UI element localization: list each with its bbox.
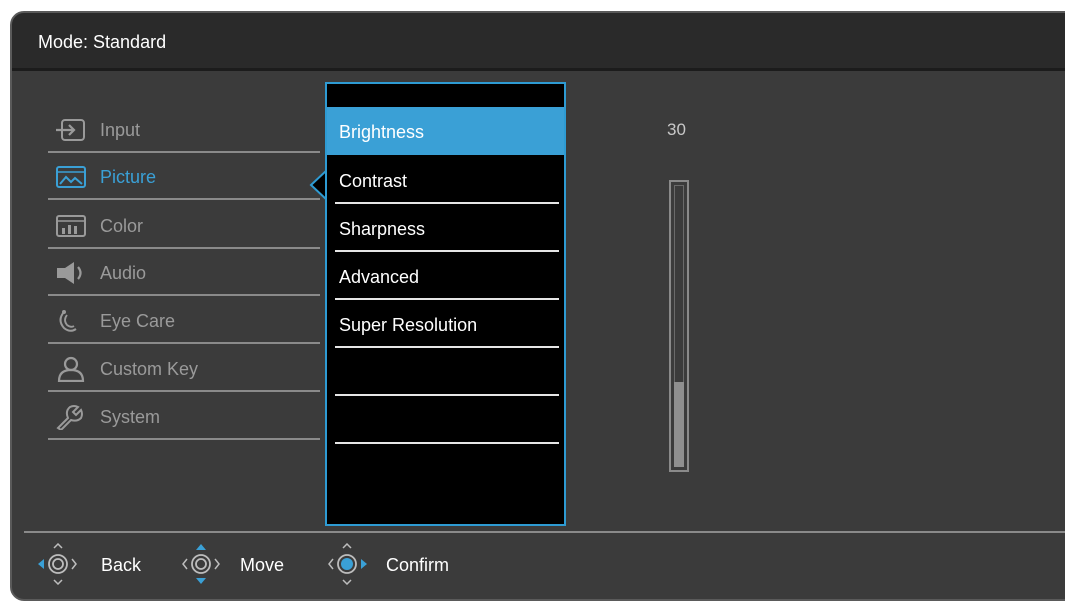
sidebar-item-label: Picture <box>100 167 157 187</box>
hint-label: Confirm <box>386 555 450 575</box>
submenu-item-label: Super Resolution <box>339 315 478 335</box>
submenu-item-empty <box>335 348 559 396</box>
sidebar-item-label: Color <box>100 216 144 236</box>
submenu-item-empty <box>335 396 559 444</box>
user-icon <box>57 356 85 382</box>
input-icon <box>56 119 85 141</box>
slider-fill <box>674 382 684 467</box>
sidebar-item-system[interactable]: System <box>48 393 320 440</box>
brightness-slider[interactable] <box>669 180 689 472</box>
speaker-icon <box>57 262 82 284</box>
sidebar-item-label: Audio <box>100 263 147 283</box>
mode-label: Mode: Standard <box>38 32 167 52</box>
mode-bar: Mode: Standard <box>12 13 1065 71</box>
sidebar-item-label: Input <box>100 120 141 140</box>
picture-submenu: Brightness Contrast Sharpness Advanced S… <box>325 82 566 526</box>
eye-care-icon <box>59 310 77 332</box>
sidebar-item-custom-key[interactable]: Custom Key <box>48 345 320 392</box>
submenu-item-label: Brightness <box>339 122 425 142</box>
joystick-press-icon <box>328 543 367 585</box>
sidebar-item-eye-care[interactable]: Eye Care <box>48 297 320 344</box>
joystick-left-icon <box>38 543 77 585</box>
sidebar-item-audio[interactable]: Audio <box>48 249 320 296</box>
picture-icon <box>56 166 86 188</box>
hint-label: Back <box>101 555 142 575</box>
sidebar-item-label: Eye Care <box>100 311 176 331</box>
sidebar-item-label: System <box>100 407 161 427</box>
joystick-up-down-icon <box>182 544 220 584</box>
footer-divider <box>24 531 1065 533</box>
submenu-item-sharpness[interactable]: Sharpness <box>335 204 559 252</box>
hint-label: Move <box>240 555 285 575</box>
submenu-item-super-resolution[interactable]: Super Resolution <box>335 300 559 348</box>
osd-panel: Mode: Standard Input Picture Color Audio… <box>10 11 1065 601</box>
sidebar-item-picture[interactable]: Picture <box>48 153 320 200</box>
submenu-item-contrast[interactable]: Contrast <box>335 156 559 204</box>
color-icon <box>56 215 86 237</box>
submenu-item-label: Advanced <box>339 267 420 287</box>
sidebar-item-color[interactable]: Color <box>48 202 320 249</box>
submenu-item-brightness[interactable]: Brightness <box>327 107 564 155</box>
sidebar-item-input[interactable]: Input <box>48 106 320 153</box>
wrench-icon <box>56 405 83 430</box>
submenu-item-label: Contrast <box>339 171 408 191</box>
brightness-value: 30 <box>667 120 686 139</box>
submenu-item-advanced[interactable]: Advanced <box>335 252 559 300</box>
sidebar-item-label: Custom Key <box>100 359 199 379</box>
submenu-item-label: Sharpness <box>339 219 426 239</box>
